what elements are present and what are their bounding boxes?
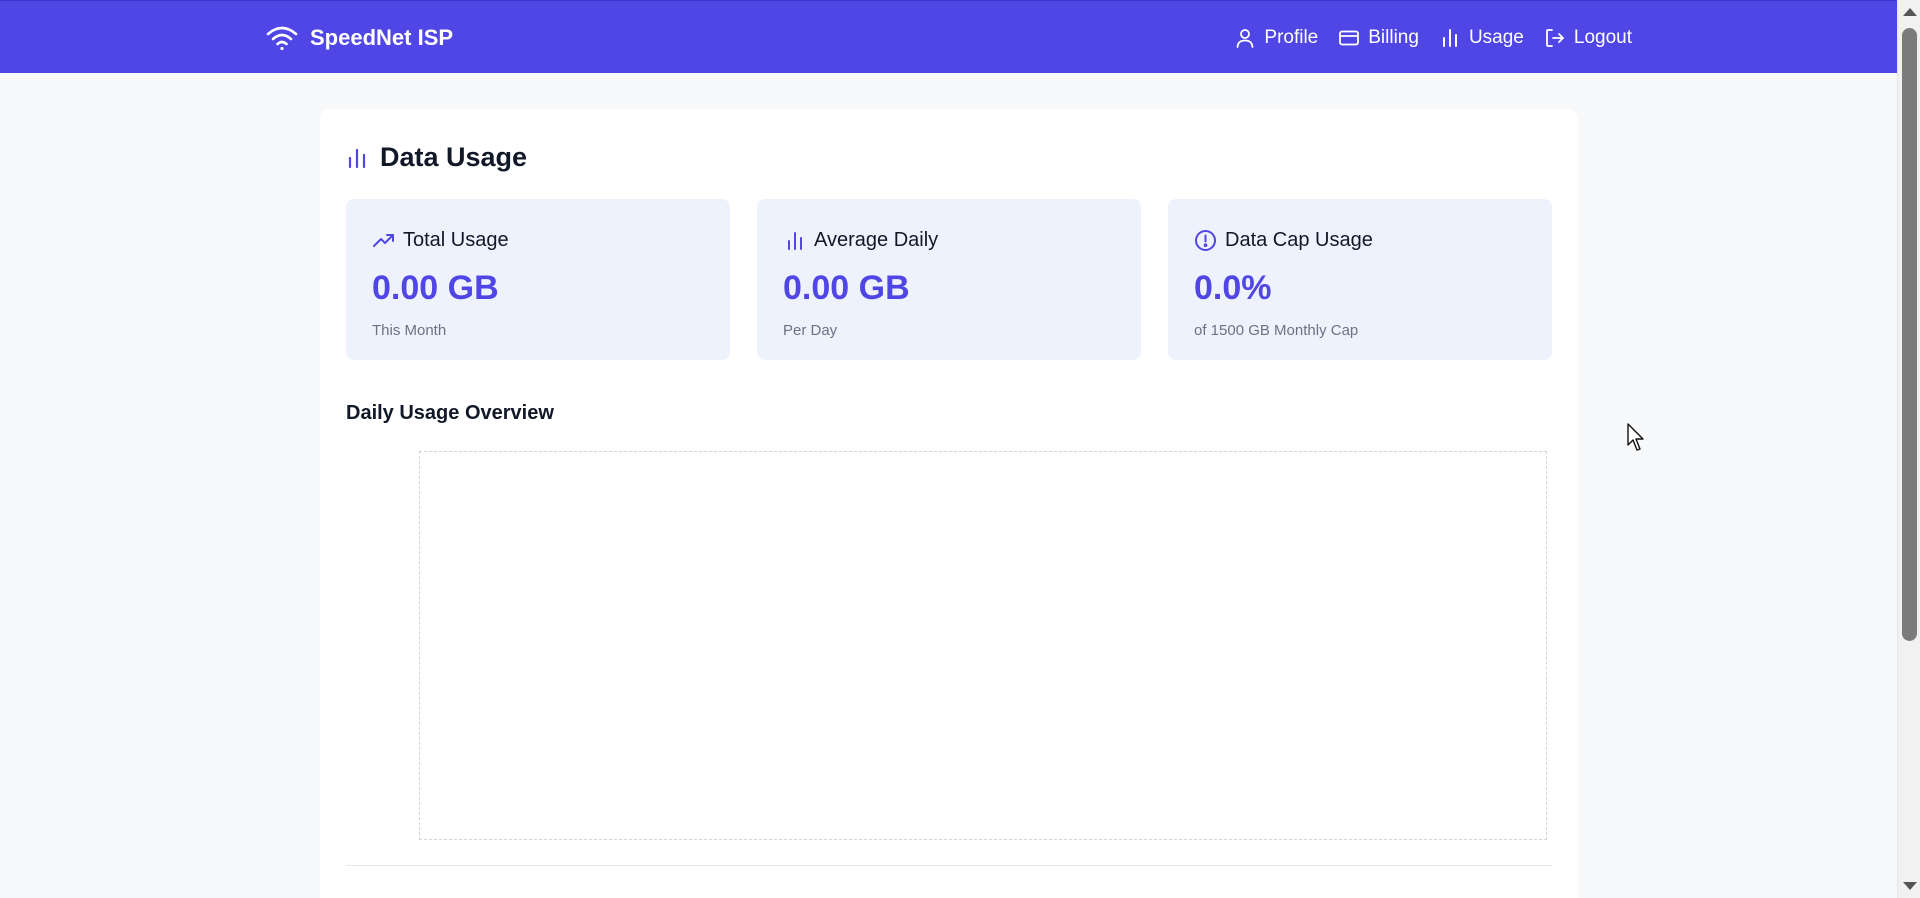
nav-usage[interactable]: Usage <box>1439 27 1524 49</box>
card-subtitle: This Month <box>372 322 447 339</box>
brand-logo[interactable]: SpeedNet ISP <box>265 21 453 55</box>
nav-profile[interactable]: Profile <box>1234 27 1318 49</box>
nav-logout[interactable]: Logout <box>1544 27 1632 49</box>
main-nav: Profile Billing Usage Logout <box>1234 23 1632 53</box>
wifi-icon <box>266 26 298 51</box>
card-value: 0.00 GB <box>372 269 499 307</box>
page: SpeedNet ISP Profile Billing Usage Logou… <box>0 0 1920 898</box>
trending-up-icon <box>373 234 394 247</box>
bar-chart-icon <box>788 232 802 250</box>
card-title: Average Daily <box>814 229 939 251</box>
brand-name: SpeedNet ISP <box>310 25 454 50</box>
alert-circle-icon <box>1195 230 1216 251</box>
card-title: Total Usage <box>403 229 509 251</box>
nav-profile-label: Profile <box>1264 27 1319 48</box>
nav-usage-label: Usage <box>1468 27 1524 48</box>
card-value: 0.00 GB <box>783 269 910 307</box>
top-navbar: SpeedNet ISP Profile Billing Usage Logou… <box>0 0 1897 73</box>
total-usage-card: Total Usage 0.00 GB This Month <box>346 199 730 360</box>
scroll-down-arrow-icon[interactable] <box>1903 882 1917 890</box>
vertical-scrollbar[interactable] <box>1897 0 1920 898</box>
card-header: Data Cap Usage <box>1194 229 1373 252</box>
card-title: Data Cap Usage <box>1225 229 1373 251</box>
card-header: Average Daily <box>783 229 938 252</box>
credit-card-icon <box>1339 30 1360 46</box>
card-subtitle: of 1500 GB Monthly Cap <box>1194 322 1359 339</box>
nav-billing-label: Billing <box>1368 27 1419 48</box>
stats-cards: Total Usage 0.00 GB This Month Average D… <box>346 199 1552 360</box>
card-value: 0.0% <box>1194 269 1272 307</box>
page-title-text: Data Usage <box>380 142 528 172</box>
chart-section-title: Daily Usage Overview <box>346 402 554 424</box>
data-cap-card: Data Cap Usage 0.0% of 1500 GB Monthly C… <box>1168 199 1552 360</box>
logout-icon <box>1545 29 1564 47</box>
daily-usage-chart <box>419 451 1547 840</box>
card-subtitle: Per Day <box>783 322 838 339</box>
nav-logout-label: Logout <box>1573 27 1632 48</box>
usage-panel: Data Usage Total Usage 0.00 GB This Mont… <box>320 109 1578 898</box>
nav-billing[interactable]: Billing <box>1338 27 1419 49</box>
mouse-cursor-icon <box>1627 423 1644 451</box>
bar-chart-icon <box>348 148 366 168</box>
scroll-up-arrow-icon[interactable] <box>1903 8 1917 16</box>
divider <box>346 865 1552 866</box>
bar-chart-icon <box>1442 29 1457 47</box>
average-daily-card: Average Daily 0.00 GB Per Day <box>757 199 1141 360</box>
user-icon <box>1236 29 1254 48</box>
scrollbar-thumb[interactable] <box>1902 28 1917 641</box>
card-header: Total Usage <box>372 229 509 252</box>
page-title: Data Usage <box>346 142 527 173</box>
